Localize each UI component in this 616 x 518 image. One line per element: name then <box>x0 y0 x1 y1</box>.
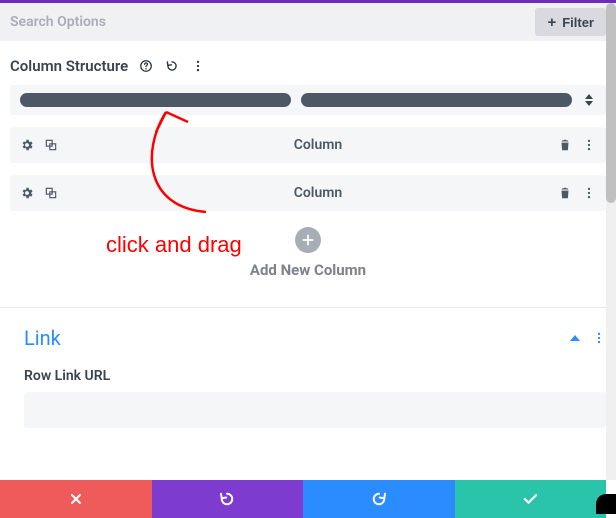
add-column-label: Add New Column <box>10 261 606 279</box>
section-title: Column Structure <box>10 57 128 75</box>
column-structure-section: Column Structure Column <box>0 41 616 307</box>
undo-icon <box>218 490 236 508</box>
plus-icon: + <box>547 14 556 31</box>
chevron-up-icon <box>585 94 593 99</box>
row-link-url-label: Row Link URL <box>0 368 616 392</box>
duplicate-icon[interactable] <box>44 138 58 152</box>
sort-toggle[interactable] <box>582 94 596 106</box>
row-link-url-wrap <box>0 392 616 450</box>
link-section-header[interactable]: Link <box>0 308 616 368</box>
scrollbar-thumb[interactable] <box>606 3 616 203</box>
reset-icon[interactable] <box>164 58 180 74</box>
plus-icon <box>301 233 315 247</box>
confirm-button[interactable] <box>455 480 607 518</box>
corner-badge <box>596 494 616 514</box>
close-button[interactable] <box>0 480 152 518</box>
search-placeholder[interactable]: Search Options <box>10 14 106 30</box>
bottom-action-bar <box>0 480 606 518</box>
filter-button[interactable]: + Filter <box>535 8 606 36</box>
trash-icon[interactable] <box>558 138 572 152</box>
collapse-icon[interactable] <box>570 335 580 341</box>
duplicate-icon[interactable] <box>44 186 58 200</box>
layout-column-1[interactable] <box>20 93 291 107</box>
search-bar: Search Options + Filter <box>0 3 616 41</box>
trash-icon[interactable] <box>558 186 572 200</box>
column-label: Column <box>80 185 556 201</box>
help-icon[interactable] <box>138 58 154 74</box>
layout-preview[interactable] <box>10 85 606 115</box>
column-left-controls <box>20 186 80 200</box>
link-header-controls <box>570 331 606 345</box>
more-icon[interactable] <box>582 186 596 200</box>
column-item[interactable]: Column <box>10 127 606 163</box>
layout-column-2[interactable] <box>301 93 572 107</box>
more-icon[interactable] <box>190 58 206 74</box>
chevron-down-icon <box>585 101 593 106</box>
redo-icon <box>370 490 388 508</box>
column-right-controls <box>556 186 596 200</box>
section-header: Column Structure <box>10 57 606 75</box>
row-link-url-input[interactable] <box>24 392 606 428</box>
gear-icon[interactable] <box>20 186 34 200</box>
gear-icon[interactable] <box>20 138 34 152</box>
add-column-button[interactable] <box>295 227 321 253</box>
filter-label: Filter <box>562 15 594 30</box>
more-icon[interactable] <box>592 331 606 345</box>
check-icon <box>521 490 539 508</box>
add-column-area: Add New Column <box>10 211 606 307</box>
redo-button[interactable] <box>303 480 455 518</box>
close-icon <box>68 491 84 507</box>
column-label: Column <box>80 137 556 153</box>
scrollbar[interactable] <box>606 3 616 480</box>
link-title: Link <box>24 326 61 350</box>
column-right-controls <box>556 138 596 152</box>
column-left-controls <box>20 138 80 152</box>
undo-button[interactable] <box>152 480 304 518</box>
column-item[interactable]: Column <box>10 175 606 211</box>
more-icon[interactable] <box>582 138 596 152</box>
